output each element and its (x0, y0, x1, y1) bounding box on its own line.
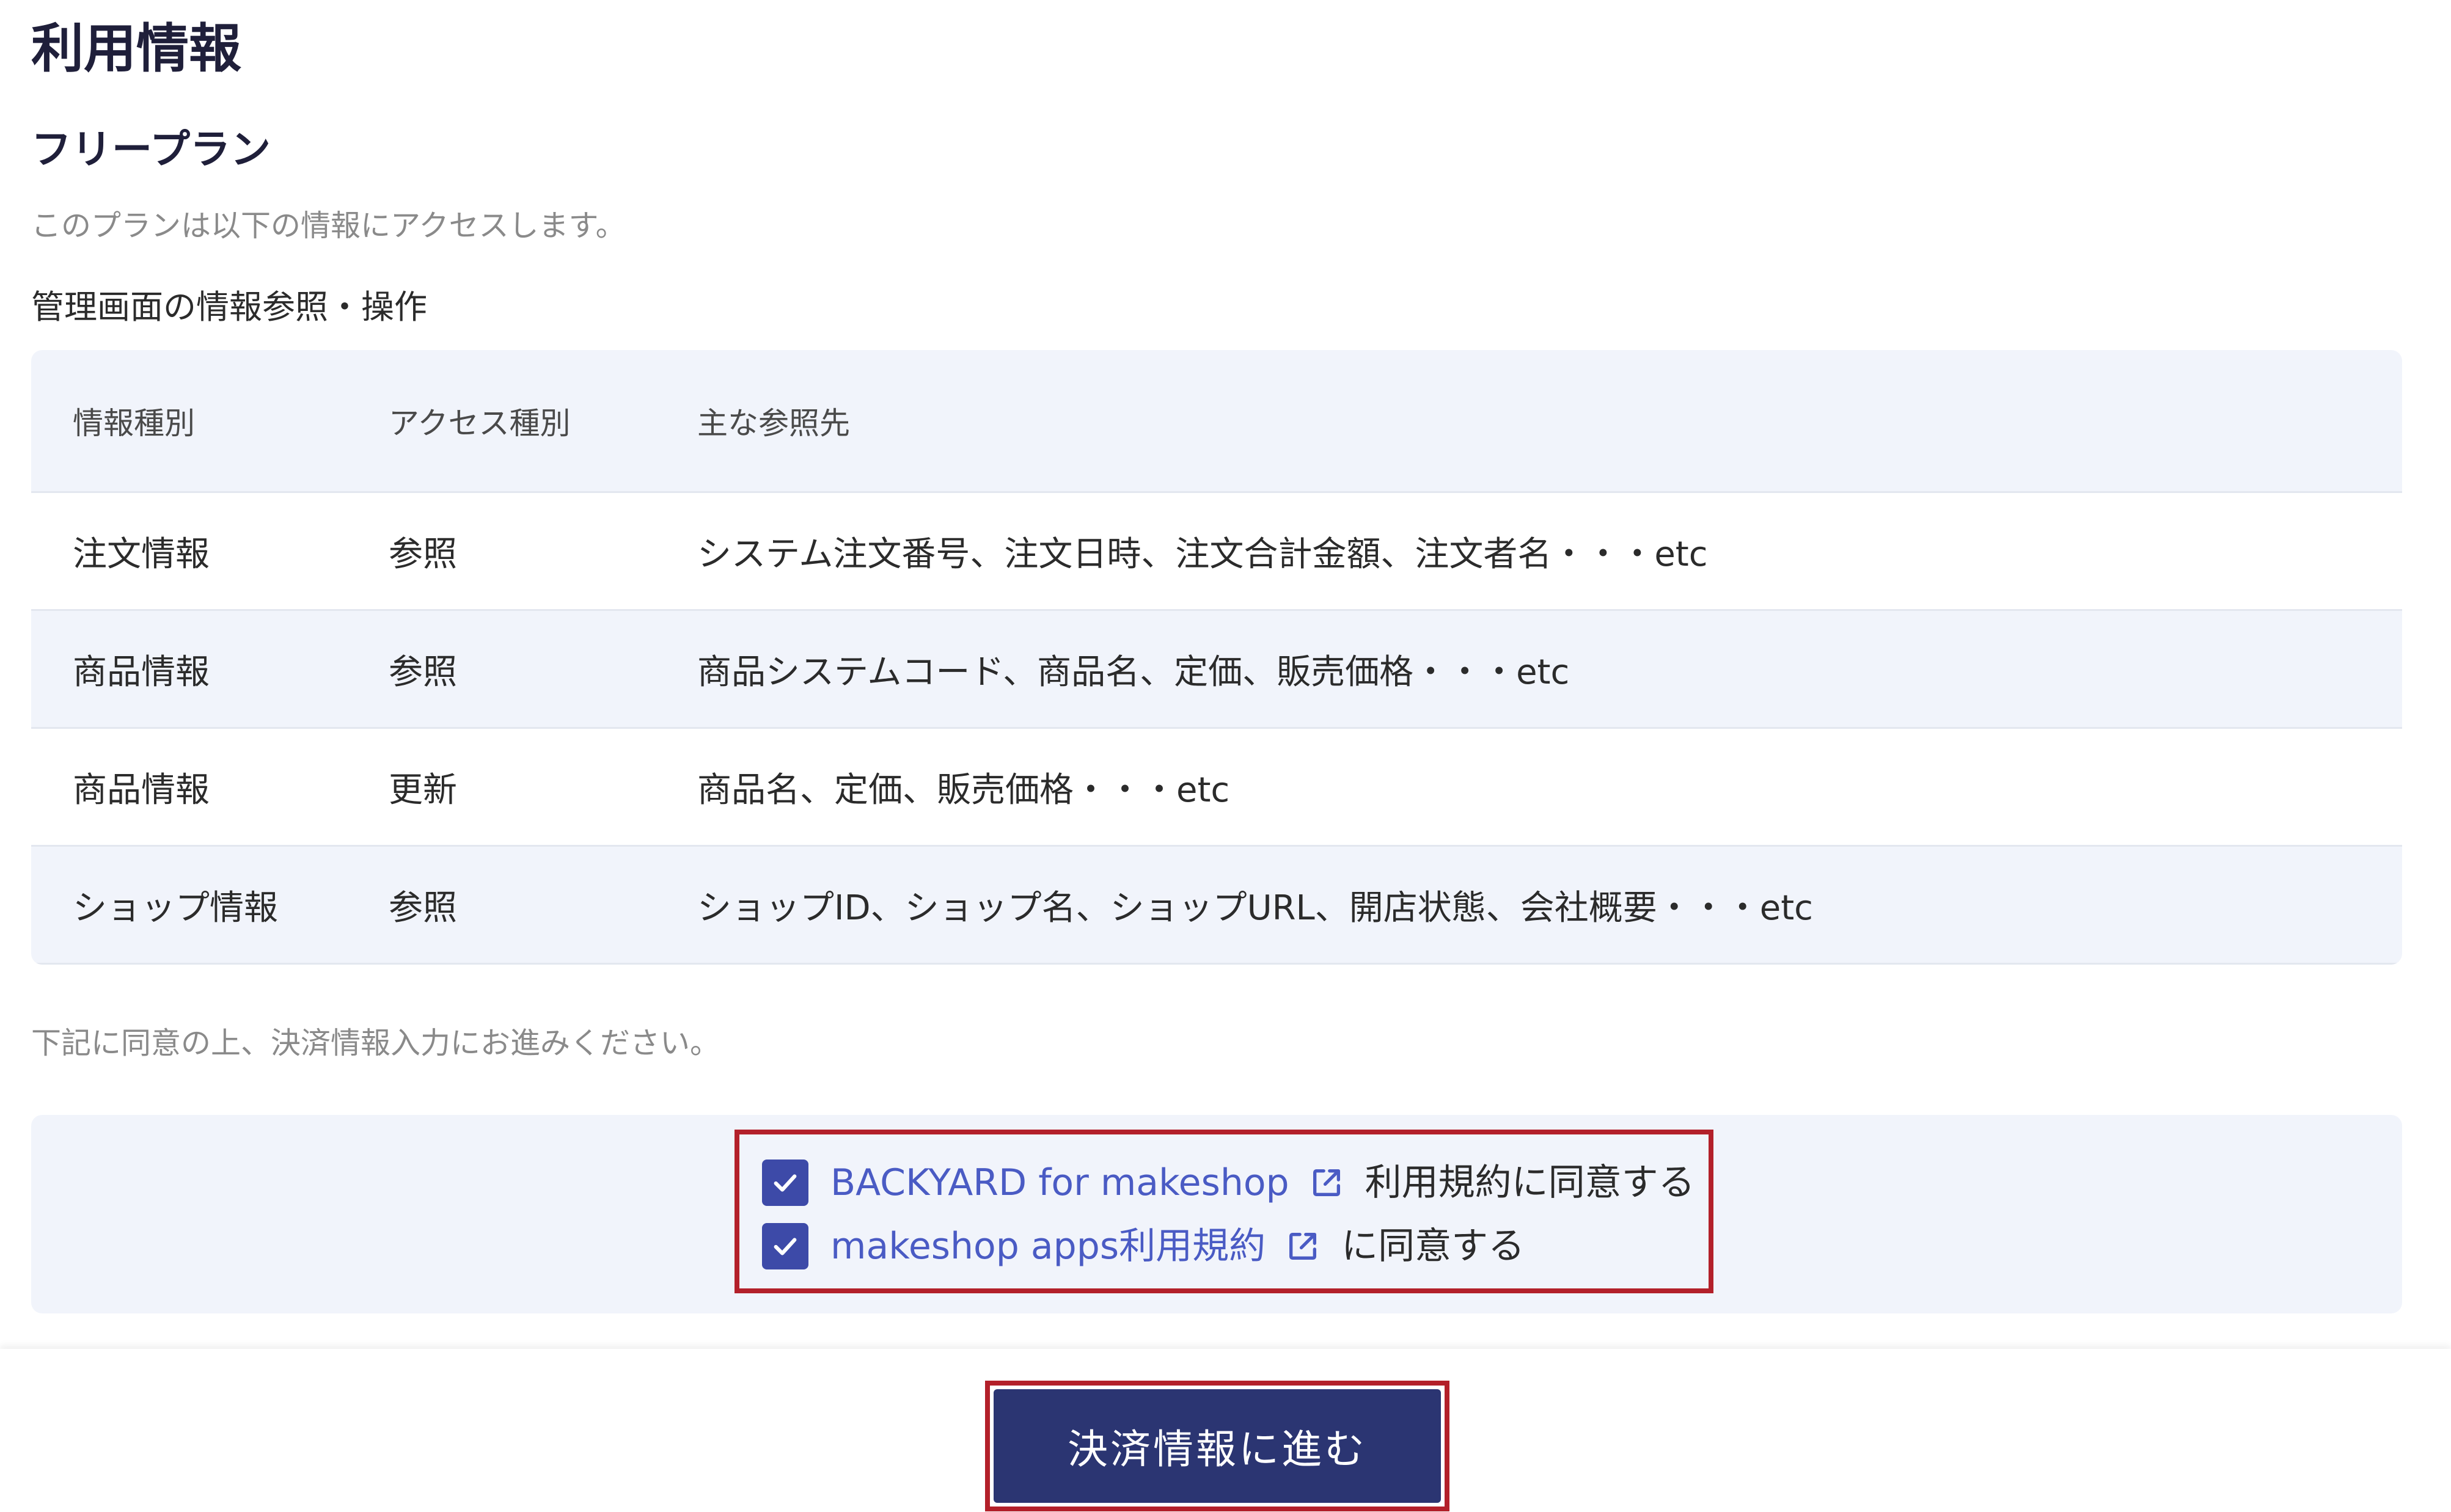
header-main-refs: 主な参照先 (697, 405, 850, 441)
agreement-highlight-box: BACKYARD for makeshop 利用規約に同意する makeshop… (735, 1130, 1713, 1293)
agreement-suffix: に同意する (1341, 1225, 1525, 1268)
access-table: 情報種別 アクセス種別 主な参照先 注文情報 参照 システム注文番号、注文日時、… (31, 350, 2402, 965)
cell-access-type: 参照 (389, 888, 457, 928)
plan-name: フリープラン (31, 126, 271, 173)
table-row: 注文情報 参照 システム注文番号、注文日時、注文合計金額、注文者名・・・etc (31, 493, 2402, 611)
cell-access-type: 更新 (389, 770, 457, 810)
agreement-item-makeshop-apps: makeshop apps利用規約 に同意する (762, 1222, 1525, 1271)
cell-access-type: 参照 (389, 534, 457, 574)
section-title: 管理画面の情報参照・操作 (31, 288, 427, 326)
header-info-type: 情報種別 (73, 405, 195, 441)
cell-access-type: 参照 (389, 652, 457, 692)
table-row: ショップ情報 参照 ショップID、ショップ名、ショップURL、開店状態、会社概要… (31, 847, 2402, 965)
makeshop-apps-terms-link[interactable]: makeshop apps利用規約 (830, 1222, 1266, 1271)
terms-checkbox-makeshop-apps[interactable] (762, 1223, 808, 1269)
page-title: 利用情報 (31, 18, 241, 79)
cell-main-refs: 商品名、定価、販売価格・・・etc (697, 770, 1230, 810)
cell-info-type: 注文情報 (73, 534, 210, 574)
cell-info-type: 商品情報 (73, 770, 210, 810)
plan-description: このプランは以下の情報にアクセスします。 (31, 208, 626, 243)
external-link-icon[interactable] (1285, 1229, 1321, 1264)
submit-highlight-box: 決済情報に進む (985, 1381, 1449, 1511)
check-icon (774, 1174, 797, 1192)
backyard-terms-link[interactable]: BACKYARD for makeshop (830, 1158, 1289, 1207)
cell-main-refs: システム注文番号、注文日時、注文合計金額、注文者名・・・etc (697, 534, 1708, 574)
footer-bar: 決済情報に進む (0, 1349, 2451, 1512)
cell-info-type: 商品情報 (73, 652, 210, 692)
proceed-to-payment-button[interactable]: 決済情報に進む (994, 1389, 1441, 1503)
agreement-panel: BACKYARD for makeshop 利用規約に同意する makeshop… (31, 1115, 2402, 1313)
table-header: 情報種別 アクセス種別 主な参照先 (31, 350, 2402, 493)
header-access-type: アクセス種別 (389, 405, 571, 441)
agreement-note: 下記に同意の上、決済情報入力にお進みください。 (31, 1026, 720, 1061)
table-row: 商品情報 参照 商品システムコード、商品名、定価、販売価格・・・etc (31, 611, 2402, 729)
check-icon (774, 1238, 797, 1255)
cell-main-refs: ショップID、ショップ名、ショップURL、開店状態、会社概要・・・etc (697, 888, 1813, 928)
cell-main-refs: 商品システムコード、商品名、定価、販売価格・・・etc (697, 652, 1570, 692)
agreement-item-backyard: BACKYARD for makeshop 利用規約に同意する (762, 1158, 1695, 1207)
terms-checkbox-backyard[interactable] (762, 1160, 808, 1206)
table-row: 商品情報 更新 商品名、定価、販売価格・・・etc (31, 729, 2402, 847)
external-link-icon[interactable] (1309, 1165, 1344, 1200)
agreement-suffix: 利用規約に同意する (1365, 1161, 1695, 1204)
cell-info-type: ショップ情報 (73, 888, 278, 928)
